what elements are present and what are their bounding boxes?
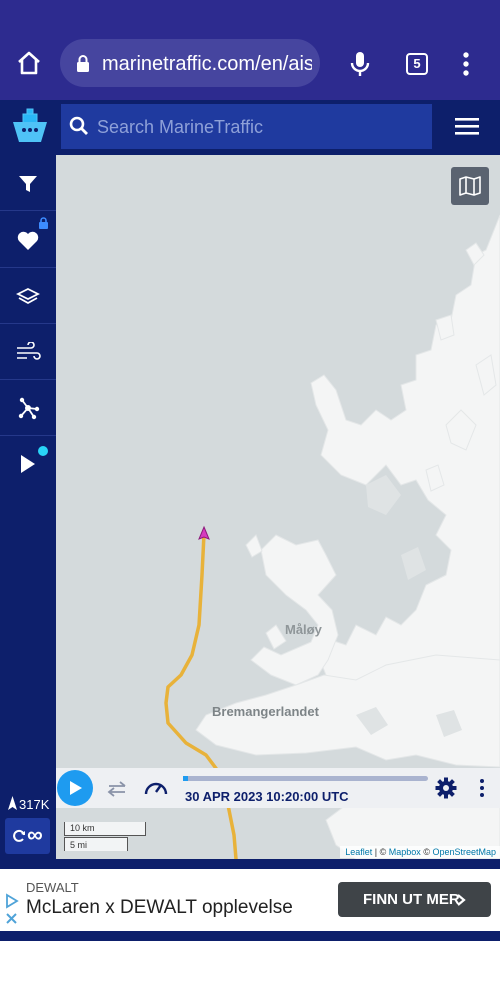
coastline — [164, 214, 500, 859]
map-label-maloy: Måløy — [285, 622, 322, 637]
map-type-button[interactable] — [451, 167, 489, 205]
sidebar-item-weather[interactable] — [0, 324, 56, 380]
ad-title[interactable]: McLaren x DEWALT opplevelse — [26, 897, 293, 919]
scale-metric: 10 km — [64, 822, 146, 836]
sync-label: ∞ — [27, 822, 43, 847]
lock-icon — [39, 217, 48, 229]
url-text[interactable]: marinetraffic.com/en/ais — [102, 53, 312, 75]
settings-icon[interactable] — [435, 777, 457, 799]
vessel-track — [164, 532, 238, 859]
timeline-track[interactable] — [183, 776, 428, 781]
sidebar-item-favourites[interactable] — [0, 212, 56, 268]
leaflet-link[interactable]: Leaflet — [345, 847, 372, 857]
filter-icon — [19, 176, 37, 192]
layers-icon — [16, 287, 40, 305]
map-label-bremangerlandet: Bremangerlandet — [212, 704, 319, 719]
swap-direction-icon[interactable] — [107, 780, 127, 798]
play-button[interactable] — [57, 770, 93, 806]
home-icon[interactable] — [16, 50, 42, 76]
speedometer-icon[interactable] — [143, 776, 169, 798]
ad-cta-label: FINN UT MER — [363, 891, 460, 908]
notification-dot — [38, 446, 48, 456]
lock-icon — [77, 55, 89, 72]
microphone-icon[interactable] — [349, 50, 371, 78]
map-canvas[interactable]: Måløy Bremangerlandet — [56, 155, 500, 859]
scale-imperial: 5 mi — [64, 837, 128, 851]
search-input[interactable]: Search MarineTraffic — [97, 117, 263, 138]
ad-brand: DEWALT — [26, 880, 79, 895]
ad-choices-icon[interactable] — [2, 892, 20, 928]
map-icon — [459, 176, 481, 196]
openstreetmap-link[interactable]: OpenStreetMap — [432, 847, 496, 857]
wind-icon — [17, 342, 41, 360]
play-icon — [70, 781, 82, 795]
timeline-progress[interactable] — [183, 776, 188, 781]
overflow-menu-icon[interactable] — [460, 51, 472, 77]
ad-cta-button[interactable]: FINN UT MER — [338, 882, 491, 917]
mapbox-link[interactable]: Mapbox — [389, 847, 421, 857]
chevron-right-icon — [457, 894, 466, 906]
play-icon — [21, 455, 35, 473]
vessel-count: 317K — [19, 797, 50, 812]
network-icon — [18, 397, 40, 420]
sync-icon — [13, 829, 25, 842]
sidebar-item-playback[interactable] — [0, 436, 56, 492]
vessel-marker[interactable] — [198, 525, 210, 540]
bottom-strip — [0, 859, 500, 869]
hamburger-menu-icon[interactable] — [455, 116, 479, 136]
playback-timestamp: 30 APR 2023 10:20:00 UTC — [185, 789, 349, 804]
tab-switcher-button[interactable]: 5 — [406, 53, 428, 75]
more-options-icon[interactable] — [478, 778, 486, 798]
bottom-strip — [0, 931, 500, 941]
map-attribution: Leaflet | © Mapbox © OpenStreetMap — [340, 846, 500, 858]
live-sync-button[interactable]: ∞ — [5, 818, 50, 854]
sidebar-item-routes[interactable] — [0, 380, 56, 436]
attribution-separator: © — [420, 847, 433, 857]
ship-logo-icon[interactable] — [9, 104, 51, 148]
search-icon — [69, 116, 88, 135]
heart-icon — [17, 231, 39, 250]
attribution-separator: | © — [372, 847, 389, 857]
vessel-icon — [8, 796, 17, 810]
sidebar-item-filter[interactable] — [0, 155, 56, 211]
sidebar-item-layers[interactable] — [0, 268, 56, 324]
